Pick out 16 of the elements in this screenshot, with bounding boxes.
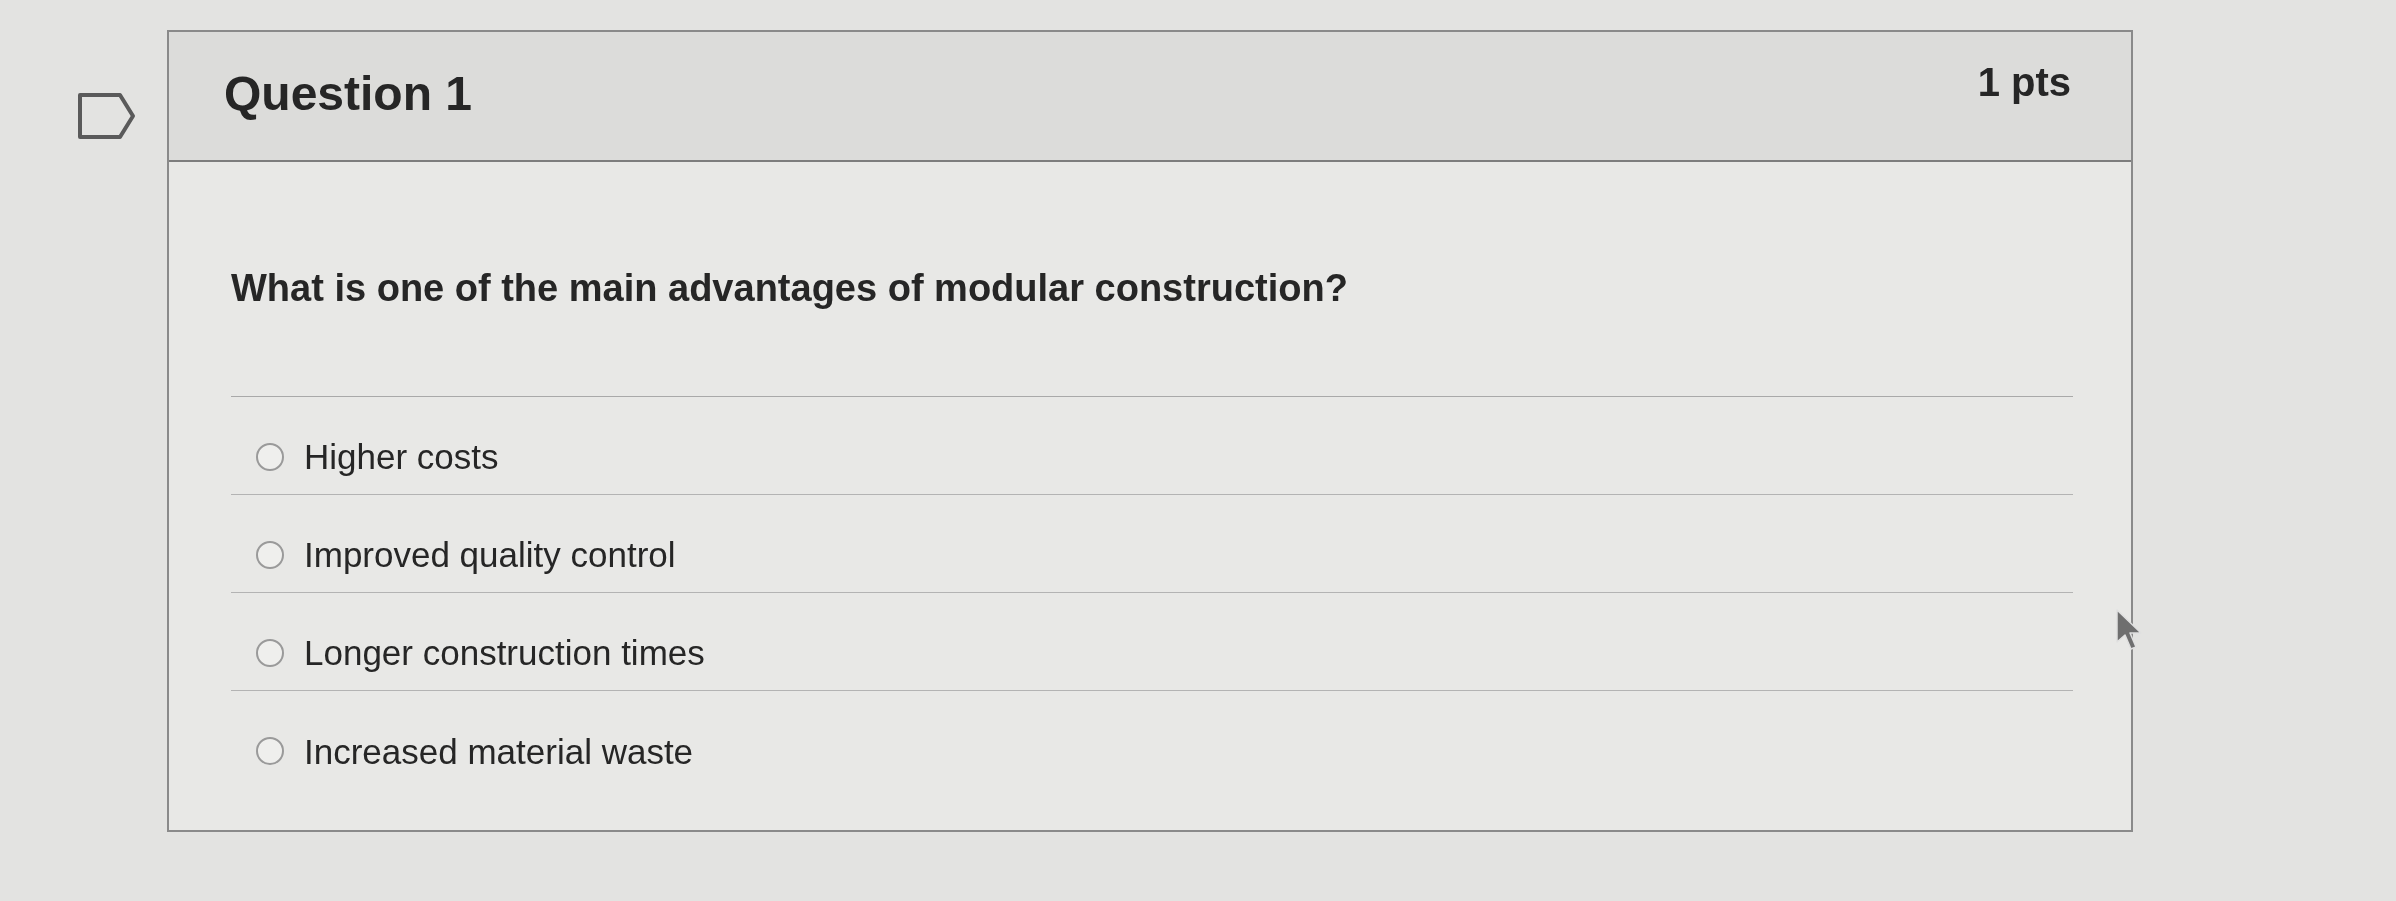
radio-button[interactable] [256, 442, 284, 471]
radio-button[interactable] [256, 638, 284, 667]
answer-option[interactable]: Increased material waste [231, 691, 2073, 789]
flag-icon[interactable] [77, 92, 136, 140]
points-label: 1 pts [1977, 62, 2071, 102]
option-label: Higher costs [304, 439, 499, 474]
question-title: Question 1 [224, 70, 473, 118]
radio-button[interactable] [256, 737, 284, 765]
radio-button[interactable] [256, 540, 284, 569]
option-label: Increased material waste [304, 733, 694, 769]
question-text: What is one of the main advantages of modular construction? [231, 266, 1348, 311]
answer-option[interactable]: Longer construction times [231, 593, 2073, 691]
option-label: Longer construction times [304, 635, 705, 670]
option-label: Improved quality control [304, 537, 676, 572]
answer-option[interactable]: Higher costs [231, 397, 2073, 495]
answer-option[interactable]: Improved quality control [231, 495, 2073, 593]
